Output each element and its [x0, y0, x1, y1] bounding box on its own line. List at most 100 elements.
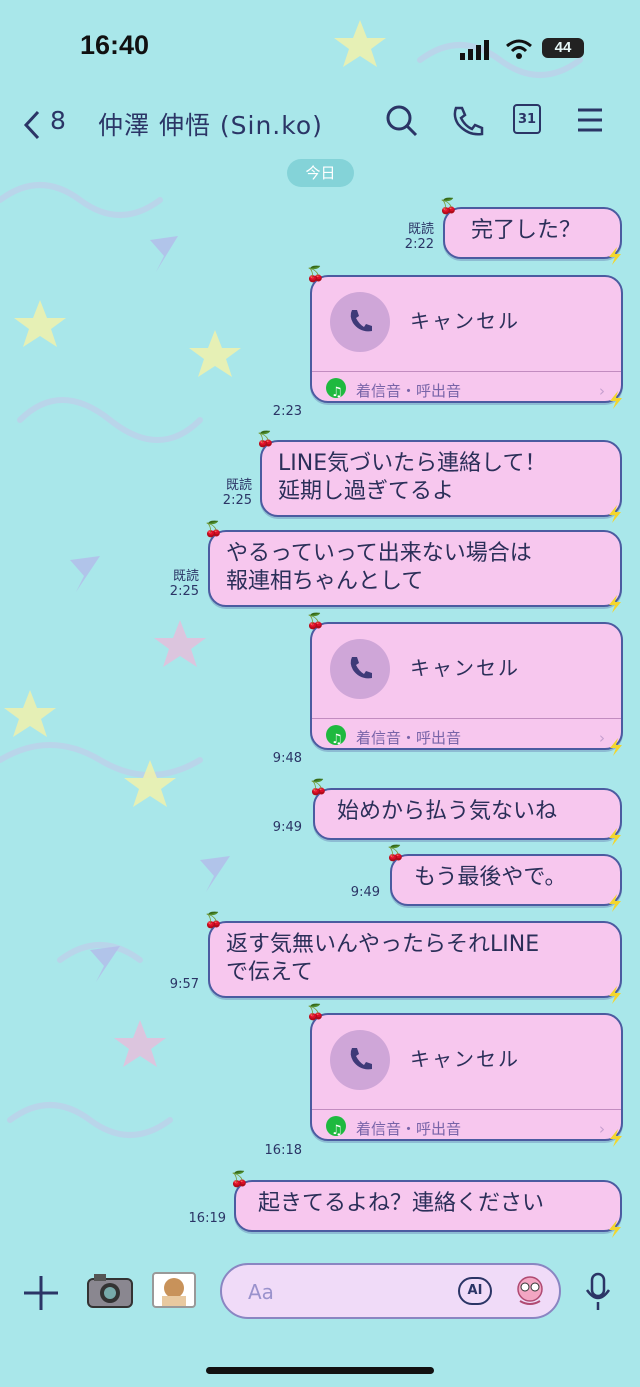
call-bubble[interactable]: 🍒 キャンセル ♫ 着信音・呼出音 ›: [306, 267, 623, 409]
wifi-icon: [506, 39, 532, 59]
music-note-icon: ♫: [326, 1116, 346, 1138]
message-input[interactable]: [246, 1275, 450, 1309]
status-bar: 16:40 44: [0, 0, 640, 90]
message-bubble[interactable]: 🍒 完了した？: [439, 199, 622, 265]
read-receipt: 既読: [172, 569, 199, 584]
message-line: 始めから払う気ないね: [337, 799, 558, 824]
mic-icon[interactable]: [584, 1272, 612, 1312]
message-time: 16:19: [188, 1211, 226, 1226]
message-line: 報連相ちゃんとして: [226, 569, 424, 594]
music-note-icon: ♫: [326, 725, 346, 747]
message-line: 延期し過ぎてるよ: [278, 479, 455, 504]
ringtone-link[interactable]: ♫ 着信音・呼出音 ›: [312, 372, 621, 402]
call-status: キャンセル: [410, 1047, 520, 1071]
call-info: キャンセル: [312, 624, 621, 719]
message-meta: 既読 2:22: [390, 222, 434, 252]
bolt-icon: [610, 391, 622, 409]
ringtone-link[interactable]: ♫ 着信音・呼出音 ›: [312, 719, 621, 749]
menu-icon[interactable]: [576, 104, 604, 136]
cherry-icon: 🍒: [439, 197, 458, 215]
plus-icon[interactable]: [22, 1274, 60, 1312]
message-line: 完了した？: [471, 218, 582, 243]
message-time: 9:48: [272, 751, 302, 766]
sticker-icon[interactable]: [512, 1273, 548, 1309]
message-time: 2:23: [272, 404, 302, 419]
chat-header: 8 仲澤 伸悟 (Sin.ko): [0, 96, 640, 152]
contact-name[interactable]: 仲澤 伸悟 (Sin.ko): [98, 106, 323, 142]
ai-label: AI: [467, 1283, 483, 1298]
cherry-icon: 🍒: [204, 520, 223, 538]
search-icon[interactable]: [385, 104, 419, 140]
read-receipt: 既読: [225, 478, 252, 493]
phone-icon[interactable]: [450, 104, 484, 140]
back-chevron-icon[interactable]: [22, 110, 42, 140]
calendar-day: 31: [518, 112, 537, 127]
chevron-right-icon: ›: [599, 729, 605, 747]
message-time: 16:18: [264, 1143, 302, 1158]
message-line: やるっていって出来ない場合は: [226, 541, 532, 566]
cherry-icon: 🍒: [386, 844, 405, 862]
bolt-icon: [610, 1129, 622, 1147]
signal-icon: [460, 40, 489, 60]
calendar-icon[interactable]: 31: [513, 104, 541, 134]
message-line: LINE気づいたら連絡して！: [278, 451, 547, 476]
message-bubble[interactable]: 🍒 もう最後やで。: [386, 846, 622, 912]
chevron-right-icon: ›: [599, 1120, 605, 1138]
message-time: 2:25: [222, 493, 252, 508]
call-status: キャンセル: [410, 656, 520, 680]
message-time: 2:22: [404, 237, 434, 252]
bolt-icon: [609, 1220, 621, 1238]
home-indicator: [206, 1367, 434, 1374]
message-bubble[interactable]: 🍒 返す気無いんやったらそれLINE で伝えて: [204, 913, 622, 1004]
message-line: 返す気無いんやったらそれLINE: [226, 932, 540, 957]
message-bubble[interactable]: 🍒 起きてるよね？連絡ください: [230, 1172, 622, 1238]
ringtone-link[interactable]: ♫ 着信音・呼出音 ›: [312, 1110, 621, 1140]
chevron-right-icon: ›: [599, 382, 605, 400]
message-time: 9:57: [169, 977, 199, 992]
bolt-icon: [609, 595, 621, 613]
read-receipt: 既読: [407, 222, 434, 237]
ringtone-label: 着信音・呼出音: [356, 1120, 462, 1138]
call-bubble[interactable]: 🍒 キャンセル ♫ 着信音・呼出音 ›: [306, 614, 623, 756]
message-meta: 既読 2:25: [208, 478, 252, 508]
message-time: 2:25: [169, 584, 199, 599]
bolt-icon: [610, 738, 622, 756]
message-line: で伝えて: [226, 960, 313, 985]
battery-icon: 44: [542, 38, 584, 58]
bolt-icon: [609, 986, 621, 1004]
music-note-icon: ♫: [326, 378, 346, 400]
ai-icon[interactable]: AI: [458, 1277, 492, 1305]
call-bubble[interactable]: 🍒 キャンセル ♫ 着信音・呼出音 ›: [306, 1005, 623, 1147]
bolt-icon: [609, 894, 621, 912]
message-time: 9:49: [350, 885, 380, 900]
message-time: 9:49: [272, 820, 302, 835]
composer-bar: AI: [0, 1246, 640, 1387]
message-meta: 既読 2:25: [155, 569, 199, 599]
message-line: もう最後やで。: [414, 865, 567, 890]
day-label: 今日: [287, 159, 354, 187]
unread-count[interactable]: 8: [50, 106, 66, 135]
cherry-icon: 🍒: [204, 911, 223, 929]
message-bubble[interactable]: 🍒 やるっていって出来ない場合は 報連相ちゃんとして: [204, 522, 622, 613]
bolt-icon: [609, 247, 621, 265]
cherry-icon: 🍒: [230, 1170, 249, 1188]
cherry-icon: 🍒: [256, 430, 275, 448]
phone-icon: [330, 292, 390, 352]
ringtone-label: 着信音・呼出音: [356, 382, 462, 400]
bolt-icon: [609, 505, 621, 523]
phone-icon: [330, 639, 390, 699]
bolt-icon: [609, 828, 621, 846]
message-bubble[interactable]: 🍒 始めから払う気ないね: [309, 780, 622, 846]
message-line: 起きてるよね？連絡ください: [258, 1191, 545, 1216]
message-input-field[interactable]: AI: [220, 1263, 561, 1319]
call-info: キャンセル: [312, 277, 621, 372]
photo-icon[interactable]: [152, 1272, 196, 1308]
ringtone-label: 着信音・呼出音: [356, 729, 462, 747]
phone-icon: [330, 1030, 390, 1090]
status-time: 16:40: [80, 30, 150, 60]
camera-icon[interactable]: [86, 1271, 134, 1311]
call-status: キャンセル: [410, 309, 520, 333]
message-bubble[interactable]: 🍒 LINE気づいたら連絡して！ 延期し過ぎてるよ: [256, 432, 622, 523]
cherry-icon: 🍒: [309, 778, 328, 796]
call-info: キャンセル: [312, 1015, 621, 1110]
